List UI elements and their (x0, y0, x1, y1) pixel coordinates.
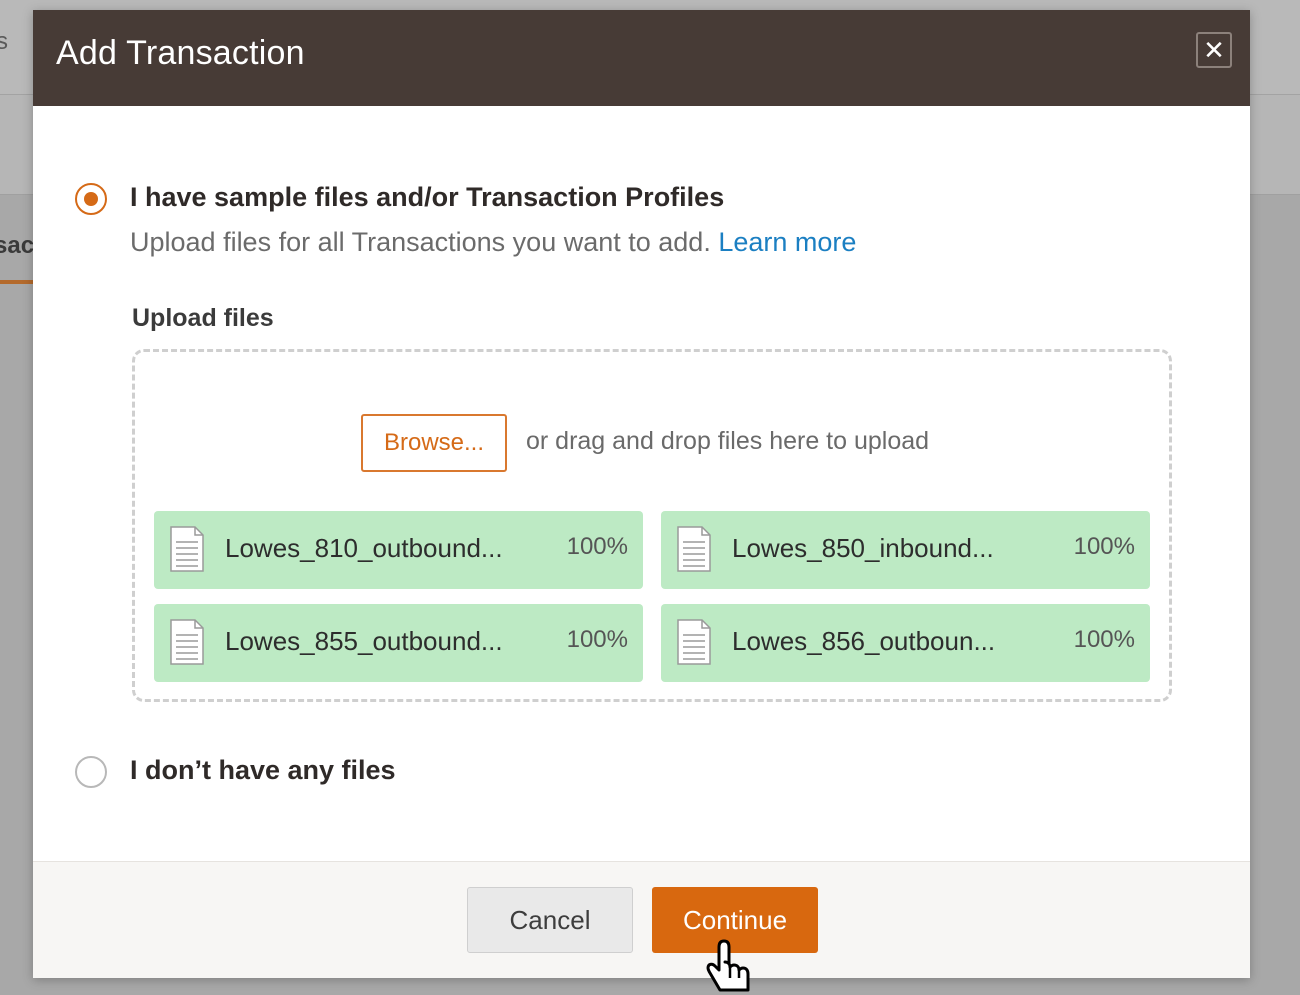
file-progress: 100% (1073, 626, 1135, 653)
dialog-footer: Cancel Continue (33, 861, 1250, 978)
radio-have-files[interactable] (75, 183, 107, 215)
file-progress: 100% (1073, 533, 1135, 560)
hand-pointer-cursor-icon (706, 939, 750, 992)
close-button[interactable]: ✕ (1196, 32, 1232, 68)
file-name: Lowes_850_inbound... (732, 533, 994, 563)
file-drop-zone[interactable]: Browse... or drag and drop files here to… (132, 349, 1172, 702)
description-text: Upload files for all Transactions you wa… (130, 227, 711, 257)
file-progress: 100% (566, 533, 628, 560)
document-icon (170, 619, 204, 665)
document-icon (677, 526, 711, 572)
upload-files-label: Upload files (132, 304, 274, 332)
option-have-files-label[interactable]: I have sample files and/or Transaction P… (130, 182, 724, 213)
file-progress: 100% (566, 626, 628, 653)
file-item: Lowes_810_outbound... 100% (154, 511, 643, 589)
browse-button[interactable]: Browse... (361, 414, 507, 472)
option-no-files-label[interactable]: I don’t have any files (130, 755, 396, 786)
background-tab-label: sac (0, 232, 35, 259)
dialog-header: Add Transaction ✕ (33, 10, 1250, 106)
close-icon: ✕ (1203, 35, 1225, 65)
file-item: Lowes_855_outbound... 100% (154, 604, 643, 682)
background-text-fragment: s (0, 28, 8, 55)
file-name: Lowes_810_outbound... (225, 533, 503, 563)
radio-no-files[interactable] (75, 756, 107, 788)
document-icon (677, 619, 711, 665)
background-tab-indicator (0, 280, 34, 284)
learn-more-link[interactable]: Learn more (718, 227, 856, 257)
file-name: Lowes_855_outbound... (225, 626, 503, 656)
drop-hint-text: or drag and drop files here to upload (526, 427, 930, 455)
dialog-title: Add Transaction (56, 34, 305, 72)
add-transaction-dialog: Add Transaction ✕ I have sample files an… (33, 10, 1250, 978)
cancel-button[interactable]: Cancel (467, 887, 633, 953)
file-item: Lowes_856_outboun... 100% (661, 604, 1150, 682)
file-name: Lowes_856_outboun... (732, 626, 996, 656)
option-have-files-description: Upload files for all Transactions you wa… (130, 227, 856, 258)
file-item: Lowes_850_inbound... 100% (661, 511, 1150, 589)
document-icon (170, 526, 204, 572)
